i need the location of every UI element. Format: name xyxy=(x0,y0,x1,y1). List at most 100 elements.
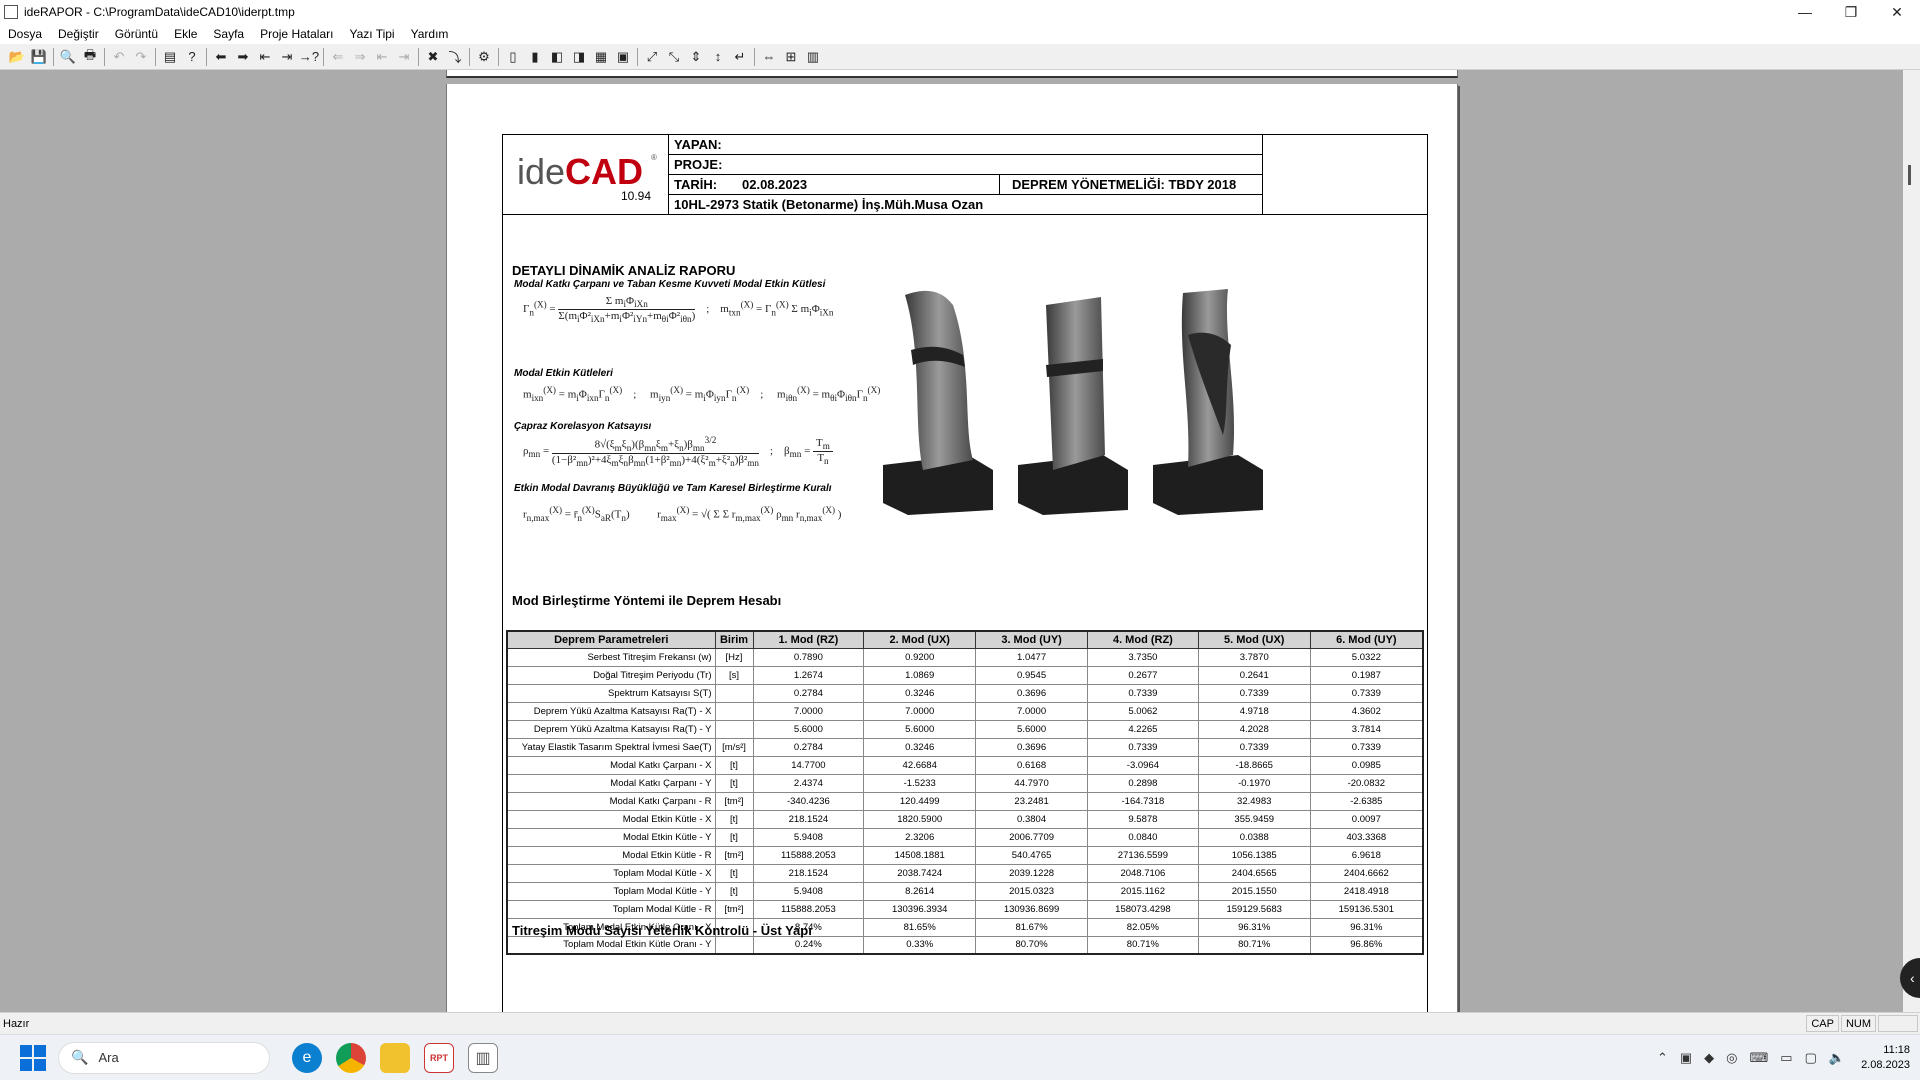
menu-dosya[interactable]: Dosya xyxy=(0,27,50,41)
table-row: Toplam Modal Kütle - Y [t] 5.9408 8.2614 201… xyxy=(506,881,1424,901)
file-explorer-icon[interactable] xyxy=(380,1042,410,1073)
print-icon[interactable]: 🖶 xyxy=(79,47,101,67)
view5-icon[interactable]: ▦ xyxy=(590,47,612,67)
menu-ekle[interactable]: Ekle xyxy=(166,27,205,41)
parameter-label: Deprem Yükü Azaltma Katsayısı Ra(T) - Y xyxy=(506,719,716,739)
report-page: ideCAD ® 10.94 YAPAN: PROJE: TARİH: 02.0… xyxy=(446,84,1458,1012)
table-row: Doğal Titreşim Periyodu (Tr) [s] 1.2674 1.0… xyxy=(506,665,1424,685)
value-cell: -20.0832 xyxy=(1309,773,1424,793)
value-cell: 0.7339 xyxy=(1087,683,1199,703)
prev-icon[interactable]: ⬅ xyxy=(210,47,232,67)
menu-sayfa[interactable]: Sayfa xyxy=(205,27,252,41)
table-header-row: Deprem Parametreleri Birim 1. Mod (RZ) 2. M… xyxy=(506,630,1424,649)
idecad-taskbar-icon[interactable]: ▥ xyxy=(468,1042,498,1073)
value-cell: 4.9718 xyxy=(1197,701,1311,721)
status-bar: Hazır CAP NUM xyxy=(0,1012,1920,1034)
fit-width-icon[interactable]: ⇔ xyxy=(758,47,780,67)
tray-app2-icon[interactable]: ◆ xyxy=(1704,1050,1714,1066)
zoom3-icon[interactable]: ⇕ xyxy=(685,47,707,67)
last-disabled-icon[interactable]: ⇥ xyxy=(393,47,415,67)
previous-page-edge xyxy=(446,70,1458,78)
value-cell: 4.2028 xyxy=(1197,719,1311,739)
table-row: Toplam Modal Etkin Kütle Oranı - Y 0.24% 0… xyxy=(506,935,1424,955)
volume-icon[interactable]: 🔈 xyxy=(1829,1050,1845,1066)
page-setup-icon[interactable]: ▤ xyxy=(159,47,181,67)
zoom2-icon[interactable]: ⤡ xyxy=(663,47,685,67)
parameter-label: Modal Katkı Çarpanı - R xyxy=(506,791,716,811)
zoom5-icon[interactable]: ↵ xyxy=(729,47,751,67)
title-bar: ideRAPOR - C:\ProgramData\ideCAD10\iderp… xyxy=(0,0,1920,24)
fit-page-icon[interactable]: ⊞ xyxy=(780,47,802,67)
help-icon[interactable]: ? xyxy=(181,47,203,67)
next-icon[interactable]: ➡ xyxy=(232,47,254,67)
value-cell: 2006.7709 xyxy=(975,827,1089,847)
first-disabled-icon[interactable]: ⇤ xyxy=(371,47,393,67)
scrollbar-thumb[interactable] xyxy=(1908,165,1911,185)
value-cell: 80.71% xyxy=(1087,935,1199,955)
close-button[interactable]: ✕ xyxy=(1874,0,1920,24)
value-cell: -2.6385 xyxy=(1309,791,1424,811)
keyboard-icon[interactable]: ⌨ xyxy=(1750,1050,1769,1066)
columns-icon[interactable]: ▥ xyxy=(802,47,824,67)
menu-goruntu[interactable]: Görüntü xyxy=(107,27,166,41)
network-icon[interactable]: ▢ xyxy=(1805,1050,1817,1066)
first-icon[interactable]: ⇤ xyxy=(254,47,276,67)
maximize-button[interactable]: ❐ xyxy=(1828,0,1874,24)
value-cell: 7.0000 xyxy=(752,701,865,721)
print-preview-icon[interactable]: 🔍 xyxy=(57,47,79,67)
minimize-button[interactable]: — xyxy=(1782,0,1828,24)
value-cell: 159129.5683 xyxy=(1197,899,1311,919)
menu-proje-hatalari[interactable]: Proje Hataları xyxy=(252,27,341,41)
view1-icon[interactable]: ▯ xyxy=(502,47,524,67)
edge-icon[interactable]: e xyxy=(292,1042,322,1073)
unit-cell: [t] xyxy=(714,863,754,883)
start-button[interactable] xyxy=(20,1044,46,1071)
parameter-label: Toplam Modal Etkin Kütle Oranı - Y xyxy=(506,935,716,955)
chrome-icon[interactable] xyxy=(336,1042,366,1073)
iderapor-taskbar-icon[interactable]: RPT xyxy=(424,1042,454,1073)
unit-cell xyxy=(714,683,754,703)
status-text: Hazır xyxy=(3,1017,30,1030)
menu-yazi-tipi[interactable]: Yazı Tipi xyxy=(341,27,402,41)
table-row: Modal Etkin Kütle - X [t] 218.1524 1820.590… xyxy=(506,809,1424,829)
tray-app3-icon[interactable]: ◎ xyxy=(1726,1050,1737,1066)
taskbar-search[interactable]: 🔍 Ara xyxy=(58,1041,270,1074)
save-icon[interactable]: 💾 xyxy=(28,47,50,67)
toolbar: 📂 💾 🔍 🖶 ↶ ↷ ▤ ? ⬅ ➡ ⇤ ⇥ →? ⇐ ⇒ ⇤ ⇥ ✖ ⤵ ⚙… xyxy=(0,44,1920,70)
menu-yardim[interactable]: Yardım xyxy=(403,27,457,41)
display-icon[interactable]: ▭ xyxy=(1780,1050,1792,1066)
zoom1-icon[interactable]: ⤢ xyxy=(641,47,663,67)
unit-cell xyxy=(714,935,754,955)
view4-icon[interactable]: ◨ xyxy=(568,47,590,67)
prev-disabled-icon[interactable]: ⇐ xyxy=(327,47,349,67)
parameter-label: Modal Etkin Kütle - Y xyxy=(506,827,716,847)
delete-icon[interactable]: ✖ xyxy=(422,47,444,67)
vertical-scrollbar[interactable] xyxy=(1903,70,1920,1012)
tray-app-icon[interactable]: ▣ xyxy=(1680,1050,1692,1066)
mode-2-building xyxy=(1018,297,1128,515)
insert-icon[interactable]: ⤵ xyxy=(444,47,466,67)
undo-icon[interactable]: ↶ xyxy=(108,47,130,67)
last-icon[interactable]: ⇥ xyxy=(276,47,298,67)
view2-icon[interactable]: ▮ xyxy=(524,47,546,67)
zoom4-icon[interactable]: ↕ xyxy=(707,47,729,67)
parameter-label: Toplam Modal Kütle - R xyxy=(506,899,716,919)
next-disabled-icon[interactable]: ⇒ xyxy=(349,47,371,67)
num-indicator: NUM xyxy=(1840,1015,1876,1032)
menu-degistir[interactable]: Değiştir xyxy=(50,27,107,41)
value-cell: 32.4983 xyxy=(1197,791,1311,811)
view6-icon[interactable]: ▣ xyxy=(612,47,634,67)
open-icon[interactable]: 📂 xyxy=(6,47,28,67)
redo-icon[interactable]: ↷ xyxy=(130,47,152,67)
tree-icon[interactable]: ⚙ xyxy=(473,47,495,67)
value-cell: 403.3368 xyxy=(1309,827,1424,847)
mode-3-building xyxy=(1153,289,1263,515)
value-cell: 2039.1228 xyxy=(975,863,1089,883)
view3-icon[interactable]: ◧ xyxy=(546,47,568,67)
value-cell: 0.3246 xyxy=(863,683,977,703)
value-cell: 0.24% xyxy=(752,935,865,955)
clock[interactable]: 11:18 2.08.2023 xyxy=(1861,1043,1910,1073)
chevron-up-icon[interactable]: ⌃ xyxy=(1657,1050,1668,1066)
goto-icon[interactable]: →? xyxy=(298,47,320,67)
value-cell: 5.0062 xyxy=(1087,701,1199,721)
